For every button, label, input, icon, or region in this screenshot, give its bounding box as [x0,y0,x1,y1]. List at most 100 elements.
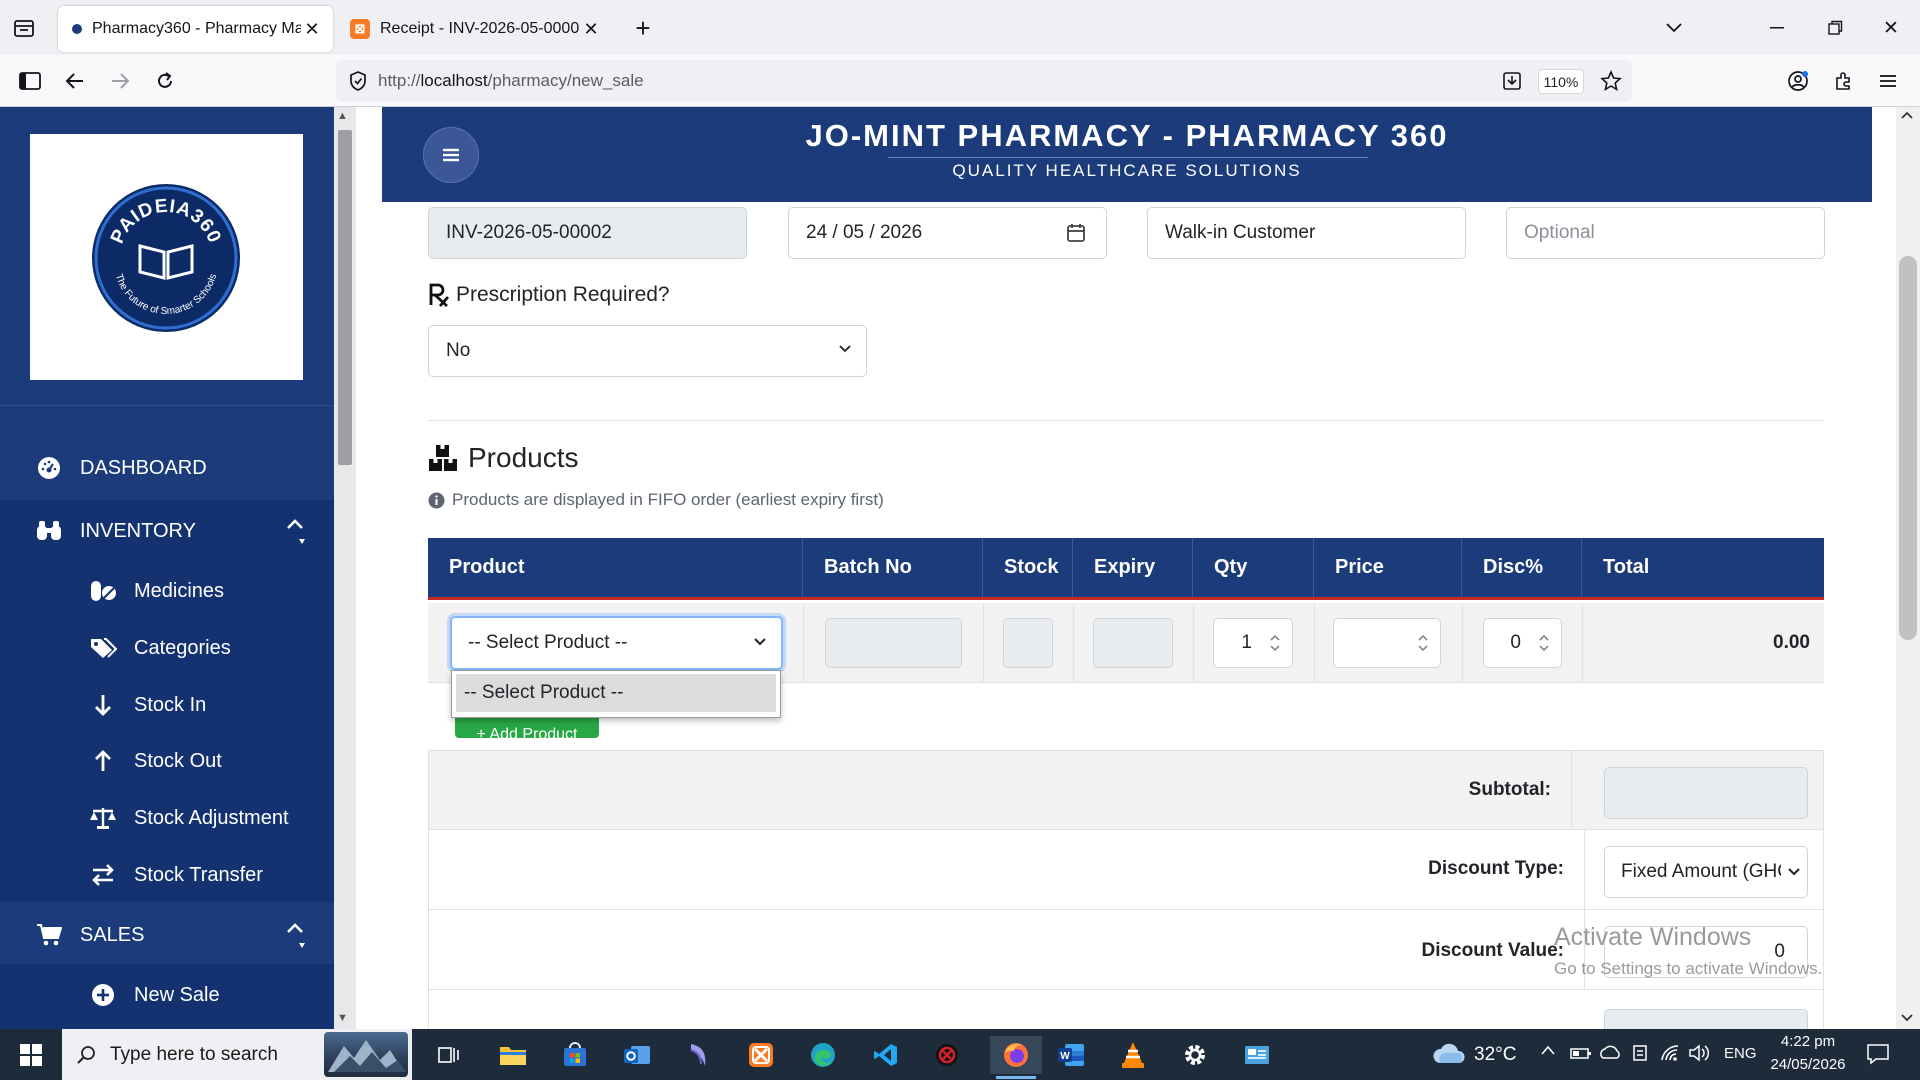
vscode-icon[interactable] [867,1036,905,1074]
products-table-header: Product Batch No Stock Expiry Qty Price … [428,538,1824,600]
reload-icon[interactable] [147,63,183,99]
sidebar-item-inventory[interactable]: INVENTORY [0,500,334,562]
battery-icon[interactable] [1570,1044,1592,1062]
vlc-icon[interactable] [1114,1036,1152,1074]
store-icon[interactable] [556,1036,594,1074]
scroll-down-arrow-icon[interactable]: ▼ [337,1012,348,1024]
volume-icon[interactable] [1688,1043,1712,1063]
price-input[interactable] [1333,618,1441,668]
stock-input[interactable] [1003,618,1053,668]
extensions-icon[interactable] [1826,63,1862,99]
download-icon[interactable] [1494,63,1530,99]
close-tab-icon[interactable]: ✕ [580,18,602,40]
subtotal-input[interactable] [1604,767,1808,819]
sidebar-item-stock-out[interactable]: Stock Out [72,735,334,787]
spinner-icon[interactable] [1416,632,1430,654]
scroll-up-arrow-icon[interactable] [1900,110,1914,120]
tab-pharmacy360[interactable]: Pharmacy360 - Pharmacy Mana ✕ [58,6,333,52]
clock-time[interactable]: 4:22 pm [1768,1033,1848,1050]
tab-title: Pharmacy360 - Pharmacy Mana [92,20,301,37]
spinner-icon[interactable] [1268,632,1282,654]
security-app-icon[interactable] [928,1036,966,1074]
url-text[interactable]: http://localhost/pharmacy/new_sale [378,71,644,91]
page-scroll-thumb[interactable] [1899,256,1917,640]
language-indicator[interactable]: ENG [1724,1045,1757,1062]
sidebar-toggle-icon[interactable] [12,63,48,99]
forward-icon[interactable] [102,63,138,99]
qty-input[interactable]: 1 [1213,618,1293,668]
url-bar[interactable]: http://localhost/pharmacy/new_sale [336,60,1632,102]
xampp-taskbar-icon[interactable] [742,1036,780,1074]
expiry-input[interactable] [1093,618,1173,668]
prescription-select[interactable]: No [428,325,867,377]
network-cloud-icon[interactable] [1598,1043,1622,1063]
back-icon[interactable] [57,63,93,99]
sidebar-item-dashboard[interactable]: DASHBOARD [0,437,334,499]
discount-type-select[interactable]: Fixed Amount (GH₵ [1604,846,1808,898]
clock-date[interactable]: 24/05/2026 [1768,1056,1848,1073]
search-icon [76,1045,96,1065]
control-panel-icon[interactable] [1238,1036,1276,1074]
invoice-number-field[interactable]: INV-2026-05-00002 [428,207,747,259]
sidebar-item-stock-adjustment[interactable]: Stock Adjustment [72,792,334,844]
sidebar-item-new-sale[interactable]: New Sale [72,969,334,1021]
scroll-up-arrow-icon[interactable]: ▲ [337,110,348,122]
file-explorer-icon[interactable] [494,1036,532,1074]
disc-value: 0 [1510,632,1521,653]
sidebar-item-stock-transfer[interactable]: Stock Transfer [72,849,334,901]
tab-list-icon[interactable] [6,10,42,46]
outlook-icon[interactable] [618,1036,656,1074]
favicon-dot-icon [72,24,82,34]
discount-type-value: Fixed Amount (GH₵ [1621,861,1791,882]
spinner-icon[interactable] [1537,632,1551,654]
collapse-chevron-icon[interactable] [284,920,306,950]
windows-start-icon[interactable] [12,1036,50,1074]
new-tab-icon[interactable]: + [625,10,661,46]
edge-icon[interactable] [804,1036,842,1074]
discount-percent-input[interactable]: 0 [1483,618,1562,668]
sidebar-label: Stock Transfer [134,863,263,886]
sale-date-field[interactable]: 24 / 05 / 2026 [788,207,1107,259]
menu-icon[interactable] [1870,63,1906,99]
optional-field[interactable]: Optional [1506,207,1825,259]
zoom-level[interactable]: 110% [1538,69,1584,94]
calendar-icon[interactable] [1066,223,1086,243]
sidebar-item-categories[interactable]: Categories [72,622,334,674]
batch-no-input[interactable] [825,618,962,668]
firefox-icon[interactable] [990,1036,1042,1074]
search-placeholder: Type here to search [110,1043,278,1065]
cell-divider [1193,603,1194,683]
discount-value-label: Discount Value: [1421,940,1564,961]
tray-chevron-up-icon[interactable] [1540,1044,1556,1056]
close-tab-icon[interactable]: ✕ [301,18,323,40]
collapse-chevron-icon[interactable] [284,516,306,546]
account-icon[interactable] [1780,63,1816,99]
weather-temp[interactable]: 32°C [1474,1044,1516,1066]
location-icon[interactable] [1630,1043,1650,1063]
notifications-icon[interactable] [1866,1042,1890,1066]
customer-name-field[interactable]: Walk-in Customer [1147,207,1466,259]
app-icon[interactable] [680,1036,718,1074]
sidebar-item-medicines[interactable]: Medicines [72,565,334,617]
tab-receipt[interactable]: ⊠ Receipt - INV-2026-05-00001 ✕ [340,6,612,52]
restore-icon[interactable] [1817,10,1853,46]
sidebar-item-sales[interactable]: SALES [0,904,334,966]
minimize-icon[interactable] [1760,10,1796,46]
taskbar-search[interactable]: Type here to search [62,1029,412,1080]
cell-divider [1462,603,1463,683]
chevron-down-icon[interactable] [1656,10,1692,46]
star-icon[interactable] [1593,63,1629,99]
task-view-icon[interactable] [430,1036,468,1074]
word-icon[interactable]: W [1052,1036,1090,1074]
product-select[interactable]: -- Select Product -- [450,616,783,670]
plus-circle-icon [88,983,118,1007]
close-window-icon[interactable]: ✕ [1873,10,1909,46]
shield-icon[interactable] [348,70,368,92]
dropdown-option[interactable]: -- Select Product -- [456,674,776,712]
settings-gear-icon[interactable] [1176,1036,1214,1074]
scroll-down-arrow-icon[interactable] [1900,1013,1914,1023]
wifi-icon[interactable] [1660,1043,1682,1063]
sidebar-item-stock-in[interactable]: Stock In [72,679,334,731]
weather-cloud-icon[interactable] [1432,1041,1466,1067]
sidebar-scroll-thumb[interactable] [338,130,352,465]
